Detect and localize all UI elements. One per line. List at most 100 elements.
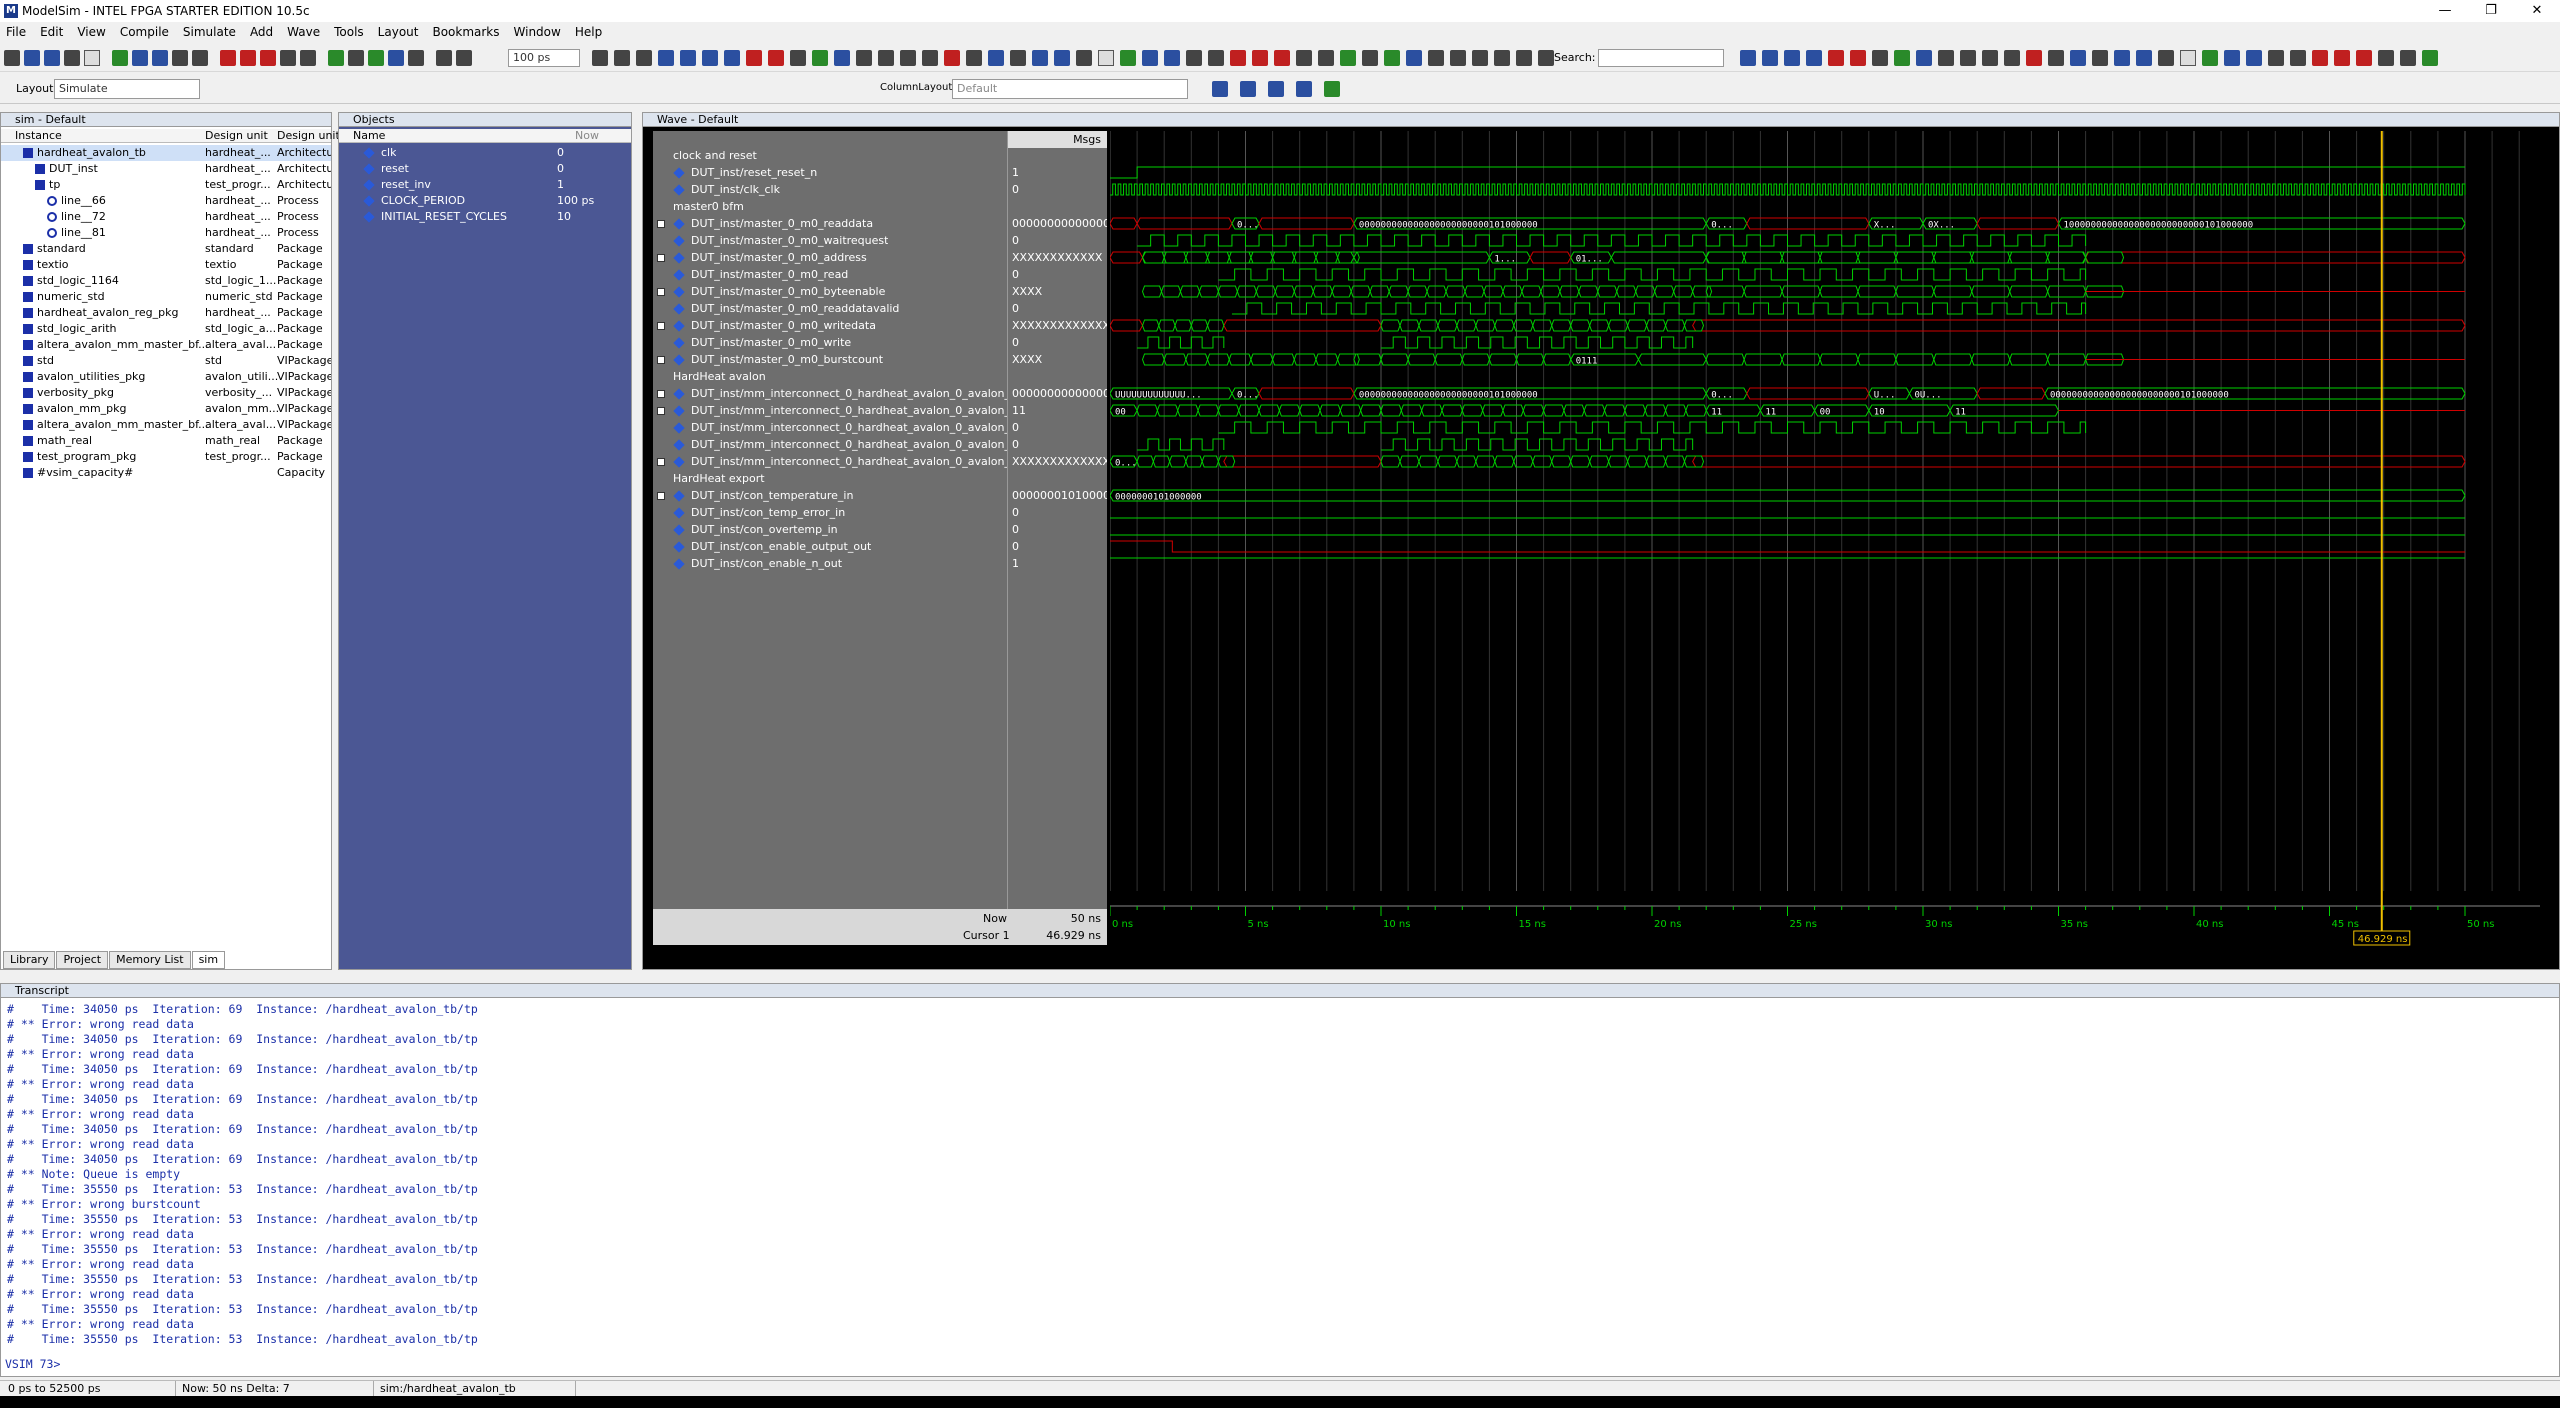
- toolbar-tool-35-icon[interactable]: [878, 50, 894, 66]
- toolbar-tool-70-icon[interactable]: [1828, 50, 1844, 66]
- wave-signal-row[interactable]: DUT_inst/mm_interconnect_0_hardheat_aval…: [653, 402, 1007, 419]
- toolbar-tool-48-icon[interactable]: [1164, 50, 1180, 66]
- toolbar-tool-85-icon[interactable]: [2158, 50, 2174, 66]
- toolbar-tool-93-icon[interactable]: [2334, 50, 2350, 66]
- toolbar-tool-77-icon[interactable]: [1982, 50, 1998, 66]
- toolbar-tool-47-icon[interactable]: [1142, 50, 1158, 66]
- menu-wave[interactable]: Wave: [287, 25, 320, 39]
- toolbar-tool-42-icon[interactable]: [1032, 50, 1048, 66]
- run-length-input[interactable]: 100 ps: [508, 49, 580, 67]
- object-row[interactable]: CLOCK_PERIOD 100 ps: [339, 193, 631, 209]
- object-row[interactable]: reset_inv 1: [339, 177, 631, 193]
- toolbar-tool-64-icon[interactable]: [1516, 50, 1532, 66]
- toolbar-tool-96-icon[interactable]: [2400, 50, 2416, 66]
- wave-signal-row[interactable]: DUT_inst/con_temperature_in: [653, 487, 1007, 504]
- toolbar-tool-24-icon[interactable]: [636, 50, 652, 66]
- expand-icon[interactable]: [657, 407, 665, 415]
- toolbar-tool-84-icon[interactable]: [2136, 50, 2152, 66]
- toolbar-tool-43-icon[interactable]: [1054, 50, 1070, 66]
- toolbar-tool-16-icon[interactable]: [348, 50, 364, 66]
- wave-signal-row[interactable]: DUT_inst/reset_reset_n: [653, 164, 1007, 181]
- toolbar-tool-65-icon[interactable]: [1538, 50, 1554, 66]
- wave-signal-row[interactable]: DUT_inst/master_0_m0_waitrequest: [653, 232, 1007, 249]
- toolbar-tool-3-icon[interactable]: [64, 50, 80, 66]
- toolbar-tool-97-icon[interactable]: [2422, 50, 2438, 66]
- toolbar-tool-8-icon[interactable]: [172, 50, 188, 66]
- toolbar-tool-9-icon[interactable]: [192, 50, 208, 66]
- toolbar-tool-56-icon[interactable]: [1340, 50, 1356, 66]
- sim-tree-row[interactable]: tp test_progr... Architectur: [1, 177, 331, 193]
- close-window-button[interactable]: ✕: [2514, 0, 2560, 22]
- toolbar-tool-81-icon[interactable]: [2070, 50, 2086, 66]
- sim-tree-row[interactable]: math_real math_real Package: [1, 433, 331, 449]
- menu-help[interactable]: Help: [575, 25, 602, 39]
- toolbar-tool-58-icon[interactable]: [1384, 50, 1400, 66]
- toolbar-tool-25-icon[interactable]: [658, 50, 674, 66]
- toolbar-tool-36-icon[interactable]: [900, 50, 916, 66]
- toolbar-tool-11-icon[interactable]: [240, 50, 256, 66]
- menu-window[interactable]: Window: [514, 25, 561, 39]
- toolbar-tool-92-icon[interactable]: [2312, 50, 2328, 66]
- sim-tree-row[interactable]: std_logic_arith std_logic_a... Package: [1, 321, 331, 337]
- toolbar-tool-55-icon[interactable]: [1318, 50, 1334, 66]
- tab-library[interactable]: Library: [3, 951, 56, 969]
- toolbar-tool-46-icon[interactable]: [1120, 50, 1136, 66]
- menu-add[interactable]: Add: [250, 25, 273, 39]
- toolbar-tool-83-icon[interactable]: [2114, 50, 2130, 66]
- toolbar-tool-23-icon[interactable]: [614, 50, 630, 66]
- toolbar-tool-62-icon[interactable]: [1472, 50, 1488, 66]
- waveform-canvas[interactable]: 0... 000000000000000000000000101000000 0..…: [1110, 131, 2540, 951]
- expand-icon[interactable]: [657, 390, 665, 398]
- toolbar-tool-69-icon[interactable]: [1806, 50, 1822, 66]
- toolbar-tool-67-icon[interactable]: [1762, 50, 1778, 66]
- search-input[interactable]: [1598, 49, 1724, 67]
- sim-tree-row[interactable]: test_program_pkg test_progr... Package: [1, 449, 331, 465]
- add-dataflow-icon[interactable]: [1296, 81, 1312, 97]
- minimize-button[interactable]: —: [2422, 0, 2468, 22]
- tab-memory-list[interactable]: Memory List: [109, 951, 191, 969]
- object-row[interactable]: INITIAL_RESET_CYCLES 10: [339, 209, 631, 225]
- toolbar-tool-87-icon[interactable]: [2202, 50, 2218, 66]
- sim-tree-row[interactable]: line__66 hardheat_... Process: [1, 193, 331, 209]
- toolbar-tool-66-icon[interactable]: [1740, 50, 1756, 66]
- wave-signal-row[interactable]: DUT_inst/mm_interconnect_0_hardheat_aval…: [653, 453, 1007, 470]
- toolbar-tool-71-icon[interactable]: [1850, 50, 1866, 66]
- toolbar-tool-4-icon[interactable]: [84, 50, 100, 66]
- toolbar-tool-68-icon[interactable]: [1784, 50, 1800, 66]
- wave-signal-row[interactable]: DUT_inst/con_temp_error_in: [653, 504, 1007, 521]
- toolbar-tool-60-icon[interactable]: [1428, 50, 1444, 66]
- wave-signal-row[interactable]: DUT_inst/con_overtemp_in: [653, 521, 1007, 538]
- toolbar-tool-15-icon[interactable]: [328, 50, 344, 66]
- wave-signal-row[interactable]: DUT_inst/mm_interconnect_0_hardheat_aval…: [653, 436, 1007, 453]
- toolbar-tool-79-icon[interactable]: [2026, 50, 2042, 66]
- wave-group-header[interactable]: master0 bfm: [653, 198, 1007, 215]
- toolbar-tool-20-icon[interactable]: [436, 50, 452, 66]
- col-design-unit[interactable]: Design unit: [205, 129, 268, 143]
- layout-select[interactable]: Simulate: [54, 79, 200, 99]
- wave-group-header[interactable]: HardHeat export: [653, 470, 1007, 487]
- expand-icon[interactable]: [657, 288, 665, 296]
- toolbar-tool-37-icon[interactable]: [922, 50, 938, 66]
- col-name[interactable]: Name: [353, 129, 385, 143]
- col-instance[interactable]: Instance: [15, 129, 62, 143]
- toolbar-tool-40-icon[interactable]: [988, 50, 1004, 66]
- wave-signal-row[interactable]: DUT_inst/mm_interconnect_0_hardheat_aval…: [653, 419, 1007, 436]
- toolbar-tool-28-icon[interactable]: [724, 50, 740, 66]
- toolbar-tool-78-icon[interactable]: [2004, 50, 2020, 66]
- menu-layout[interactable]: Layout: [378, 25, 419, 39]
- toolbar-tool-63-icon[interactable]: [1494, 50, 1510, 66]
- wave-signal-row[interactable]: DUT_inst/con_enable_output_out: [653, 538, 1007, 555]
- wave-signal-row[interactable]: DUT_inst/master_0_m0_write: [653, 334, 1007, 351]
- wave-signal-row[interactable]: DUT_inst/master_0_m0_writedata: [653, 317, 1007, 334]
- toolbar-tool-49-icon[interactable]: [1186, 50, 1202, 66]
- wave-signal-row[interactable]: DUT_inst/clk_clk: [653, 181, 1007, 198]
- toolbar-tool-88-icon[interactable]: [2224, 50, 2240, 66]
- tab-project[interactable]: Project: [56, 951, 109, 969]
- toolbar-tool-52-icon[interactable]: [1252, 50, 1268, 66]
- toolbar-tool-41-icon[interactable]: [1010, 50, 1026, 66]
- toolbar-tool-50-icon[interactable]: [1208, 50, 1224, 66]
- wave-signal-row[interactable]: DUT_inst/master_0_m0_read: [653, 266, 1007, 283]
- toolbar-tool-1-icon[interactable]: [24, 50, 40, 66]
- toolbar-tool-2-icon[interactable]: [44, 50, 60, 66]
- toolbar-tool-51-icon[interactable]: [1230, 50, 1246, 66]
